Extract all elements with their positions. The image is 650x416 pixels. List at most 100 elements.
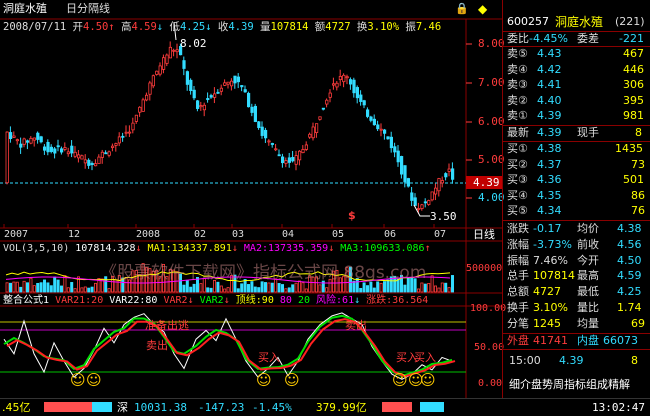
ind-axis-100: 100.00: [470, 303, 507, 314]
candle-body: [161, 57, 166, 70]
candle-body: [43, 146, 47, 151]
sell-row[interactable]: 卖⑤ 4.43 467: [503, 47, 650, 61]
volume-bar: [444, 282, 448, 293]
status-bar-red: [44, 402, 92, 412]
current-price-tag: 4.39: [473, 176, 500, 189]
candle-body: [141, 99, 145, 112]
smiley-icon: ☺: [70, 371, 86, 389]
period-label[interactable]: 日分隔线: [66, 3, 110, 15]
volume-bar: [257, 287, 261, 293]
index-value: 10031.38: [134, 401, 187, 414]
candle-body: [410, 192, 414, 201]
candle-body: [104, 152, 108, 155]
candle-body: [321, 107, 326, 110]
index-name[interactable]: 深: [117, 401, 128, 414]
stat-row[interactable]: 涨幅 -3.73% 前收 4.56: [503, 238, 650, 252]
sell-label: 卖出: [146, 339, 168, 352]
volume-bar: [87, 287, 91, 293]
candle-body: [345, 76, 349, 79]
volume-bar: [270, 282, 274, 293]
candle-body: [32, 137, 37, 141]
kline-chart[interactable]: [0, 0, 502, 398]
volume-bar: [267, 282, 271, 293]
candle-body: [440, 180, 445, 184]
stat-row[interactable]: 换手 3.10% 量比 1.74: [503, 301, 650, 315]
candle-body: [325, 99, 329, 105]
candle-body: [202, 104, 206, 111]
stat-row[interactable]: 总额 4727 最低 4.25: [503, 285, 650, 299]
candle-body: [209, 95, 213, 98]
sell-row[interactable]: 卖④ 4.42 446: [503, 63, 650, 77]
stat-row[interactable]: 分笔 1245 均量 69: [503, 317, 650, 331]
volume-bar: [216, 281, 220, 293]
volume-bar: [19, 286, 23, 293]
outer-inner-row: 外盘 41741 内盘 66073: [507, 334, 638, 347]
volume-bar: [430, 275, 434, 293]
buy-row[interactable]: 买① 4.38 1435: [503, 142, 650, 156]
quote-panel: 600257 洞庭水殖 (221) 委比 -4.45% 委差 -221 卖⑤ 4.…: [502, 0, 650, 398]
candle-body: [36, 132, 40, 140]
candle-body: [25, 140, 30, 143]
candle-body: [328, 92, 332, 98]
candle-body: [165, 54, 169, 64]
volume-bar: [192, 283, 196, 293]
candle-body: [263, 129, 268, 139]
candle-body: [80, 155, 84, 160]
buy-row[interactable]: 买③ 4.36 501: [503, 173, 650, 187]
weibi-row: 委比 -4.45% 委差 -221: [507, 32, 644, 45]
candle-body: [124, 131, 128, 134]
stat-row[interactable]: 涨跌 -0.17 均价 4.38: [503, 222, 650, 236]
candle-body: [12, 135, 16, 138]
candle-body: [294, 155, 298, 165]
volume-bar: [362, 282, 366, 293]
stat-row[interactable]: 总手 107814 最高 4.59: [503, 269, 650, 283]
volume-bar: [223, 288, 227, 293]
index-amount: 379.99亿: [316, 401, 367, 414]
candle-body: [236, 76, 240, 83]
stat-row[interactable]: 振幅 7.46% 今开 4.50: [503, 254, 650, 268]
candle-body: [253, 105, 257, 122]
candle-body: [155, 70, 159, 75]
candle-body: [335, 82, 339, 88]
candle-body: [117, 136, 121, 144]
candle-body: [216, 91, 220, 94]
candle-body: [406, 178, 411, 187]
volume-bar: [60, 285, 64, 293]
candle-body: [331, 83, 336, 86]
chart-area[interactable]: 洞庭水殖 日分隔线 🔒 ◆ 2008/07/11 开4.50↑ 高4.59↓ 低…: [0, 0, 506, 398]
buy-row[interactable]: 买⑤ 4.34 76: [503, 204, 650, 218]
lock-icon[interactable]: 🔒: [455, 3, 469, 15]
candle-body: [219, 87, 223, 92]
indicator-green-line: [3, 314, 453, 378]
smiley-icon: ☺: [284, 371, 300, 389]
buy-row[interactable]: 买④ 4.35 86: [503, 189, 650, 203]
candle-body: [393, 146, 397, 153]
volume-bar: [8, 282, 12, 293]
candle-body: [396, 150, 400, 163]
volume-bar: [240, 283, 244, 293]
sell-row[interactable]: 卖① 4.39 981: [503, 109, 650, 123]
expand-icon[interactable]: ◆: [478, 3, 487, 15]
index-pct: -1.45%: [252, 401, 292, 414]
volume-bar: [80, 287, 84, 293]
sell-row[interactable]: 卖② 4.40 395: [503, 94, 650, 108]
candle-body: [355, 87, 360, 99]
candle-body: [362, 100, 366, 106]
candle-body: [189, 79, 193, 92]
buy-row[interactable]: 买② 4.37 73: [503, 158, 650, 172]
candle-body: [389, 136, 394, 149]
candle-body: [134, 114, 138, 122]
status-bar-cyan: [92, 402, 112, 412]
candle-body: [365, 109, 370, 117]
candle-body: [304, 144, 309, 150]
period-button[interactable]: 日线: [473, 229, 495, 241]
tick-row[interactable]: 15:00 4.39 8: [503, 354, 650, 368]
candle-body: [338, 76, 343, 81]
sell-row[interactable]: 卖③ 4.41 306: [503, 78, 650, 92]
candle-body: [297, 150, 302, 161]
footer-link[interactable]: 细介盘势周指标组成精解: [503, 378, 650, 392]
volume-bar: [433, 285, 437, 293]
candle-body: [250, 106, 254, 113]
smiley-icon: ☺: [256, 371, 272, 389]
candle-body: [60, 148, 64, 153]
